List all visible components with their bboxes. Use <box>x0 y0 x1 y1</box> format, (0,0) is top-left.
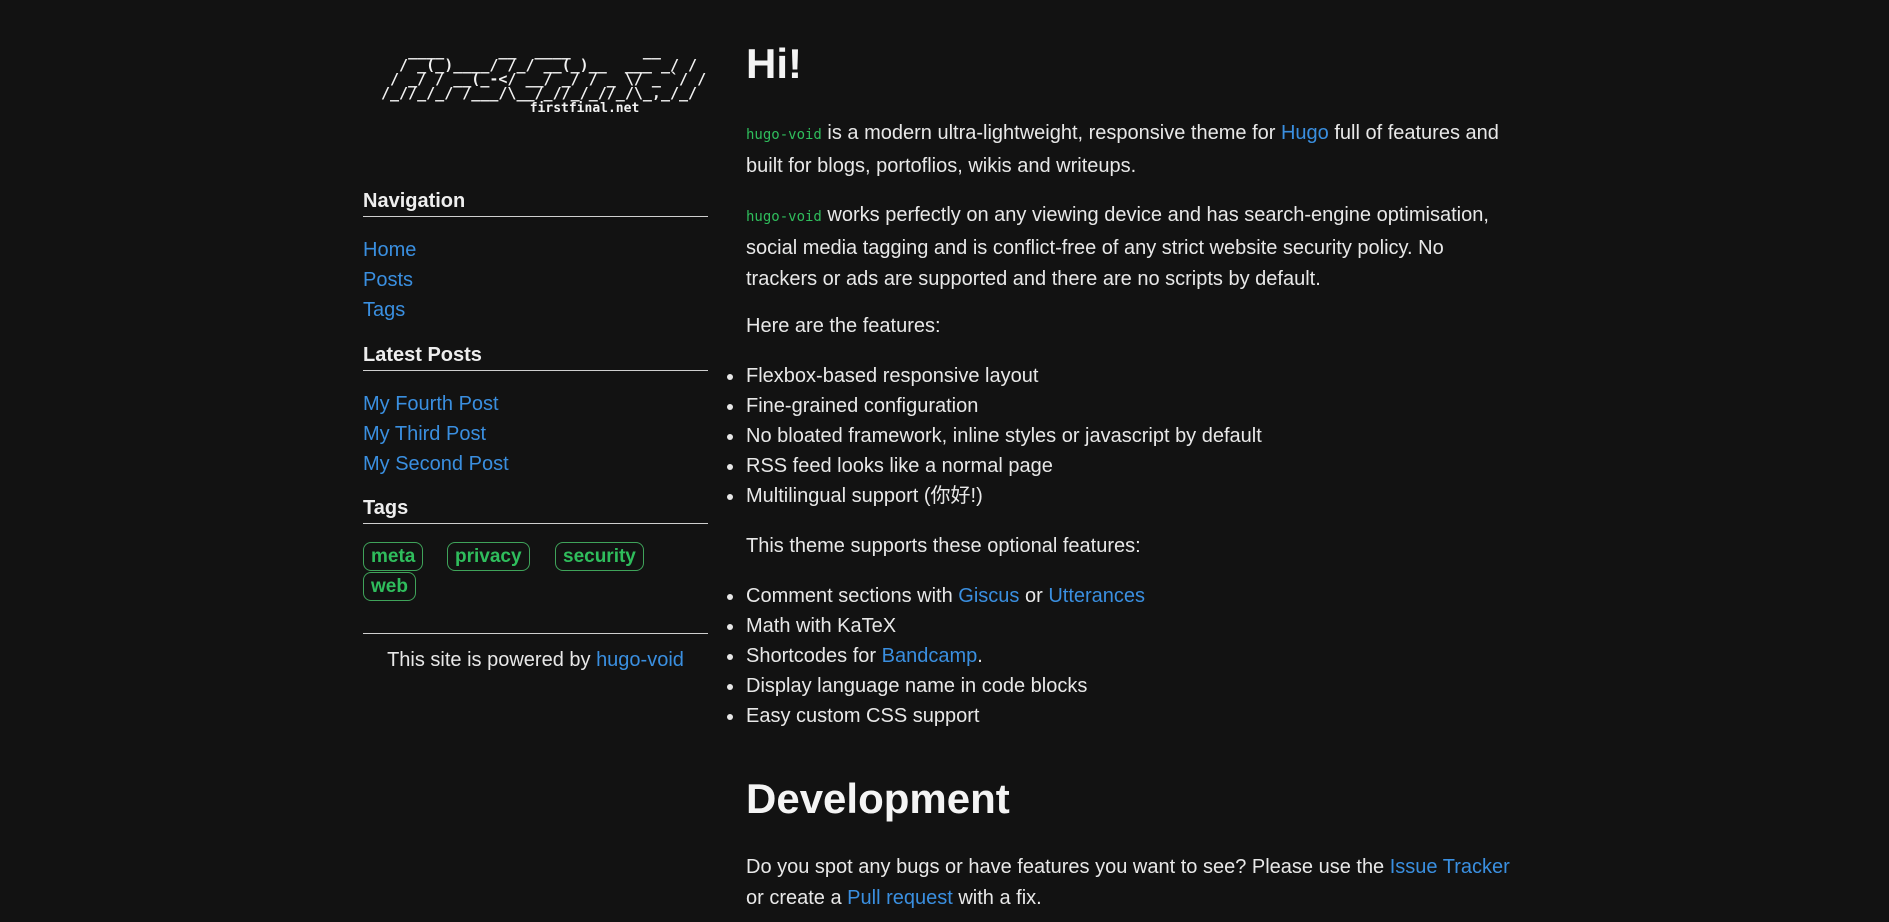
nav-item-tags: Tags <box>363 295 708 325</box>
features-intro: Here are the features: <box>746 315 941 337</box>
latest-post-link-second[interactable]: My Second Post <box>363 453 509 475</box>
shortcodes-suffix: . <box>977 645 983 667</box>
intro-paragraph: hugo-void is a modern ultra-lightweight,… <box>746 118 1516 182</box>
latest-post-link-third[interactable]: My Third Post <box>363 423 486 445</box>
logo-domain-text: firstfinal.net <box>529 101 640 116</box>
nav-item-posts: Posts <box>363 265 708 295</box>
comments-prefix: Comment sections with <box>746 585 959 607</box>
second-text: works perfectly on any viewing device an… <box>746 204 1489 290</box>
latest-post-item: My Fourth Post <box>363 389 708 419</box>
hugo-link[interactable]: Hugo <box>1281 122 1329 144</box>
optional-item-math: Math with KaTeX <box>726 611 1145 641</box>
feature-item: Flexbox-based responsive layout <box>727 361 1262 391</box>
development-text-3: with a fix. <box>952 887 1042 909</box>
logo-line-4: /_//_/_/ /___/\__/_//_/_//_/\_,_/_/ <box>381 84 698 102</box>
tag-meta[interactable]: meta <box>363 542 424 571</box>
navigation-heading: Navigation <box>363 189 708 217</box>
site-footer: This site is powered by hugo-void <box>363 648 708 672</box>
intro-text-1: is a modern ultra-lightweight, responsiv… <box>821 122 1281 144</box>
nav-link-tags[interactable]: Tags <box>363 299 405 321</box>
intro-code: hugo-void <box>746 127 822 143</box>
latest-posts-heading: Latest Posts <box>363 343 708 371</box>
latest-posts-list: My Fourth Post My Third Post My Second P… <box>363 389 708 479</box>
nav-link-posts[interactable]: Posts <box>363 269 413 291</box>
feature-item: Multilingual support (你好!) <box>727 481 1262 511</box>
development-text-2: or create a <box>746 887 848 909</box>
optional-item-shortcodes: Shortcodes for Bandcamp. <box>726 641 1145 671</box>
latest-post-item: My Second Post <box>363 449 708 479</box>
footer-text: This site is powered by <box>387 649 597 671</box>
optional-item-css: Easy custom CSS support <box>726 701 1145 731</box>
navigation-section: Navigation Home Posts Tags <box>363 189 708 325</box>
tag-list: meta privacy security web <box>363 542 708 602</box>
features-list: Flexbox-based responsive layout Fine-gra… <box>727 361 1262 511</box>
navigation-list: Home Posts Tags <box>363 235 708 325</box>
development-heading: Development <box>746 775 1010 822</box>
tag-web[interactable]: web <box>363 572 416 601</box>
utterances-link[interactable]: Utterances <box>1048 585 1145 607</box>
optional-item-language: Display language name in code blocks <box>726 671 1145 701</box>
footer-link-hugo-void[interactable]: hugo-void <box>596 649 684 671</box>
nav-item-home: Home <box>363 235 708 265</box>
tag-privacy[interactable]: privacy <box>447 542 530 571</box>
latest-post-link-fourth[interactable]: My Fourth Post <box>363 393 499 415</box>
feature-item: Fine-grained configuration <box>727 391 1262 421</box>
second-code: hugo-void <box>746 209 822 225</box>
footer-divider <box>363 633 708 634</box>
tags-section: Tags meta privacy security web <box>363 496 708 602</box>
latest-post-item: My Third Post <box>363 419 708 449</box>
logo-domain: firstfinal.net <box>381 101 640 116</box>
optional-intro: This theme supports these optional featu… <box>746 535 1141 557</box>
optional-item-comments: Comment sections with Giscus or Utteranc… <box>726 581 1145 611</box>
development-paragraph: Do you spot any bugs or have features yo… <box>746 852 1516 914</box>
issue-tracker-link[interactable]: Issue Tracker <box>1390 856 1510 878</box>
development-text-1: Do you spot any bugs or have features yo… <box>746 856 1390 878</box>
second-paragraph: hugo-void works perfectly on any viewing… <box>746 200 1516 295</box>
latest-posts-section: Latest Posts My Fourth Post My Third Pos… <box>363 343 708 479</box>
feature-item: No bloated framework, inline styles or j… <box>727 421 1262 451</box>
feature-item: RSS feed looks like a normal page <box>727 451 1262 481</box>
comments-or: or <box>1019 585 1049 607</box>
page-title: Hi! <box>746 40 802 87</box>
ascii-logo[interactable]: ____ __ ____ __ / _(_)____/ /_/ __(_)__ … <box>381 44 706 116</box>
pull-request-link[interactable]: Pull request <box>847 887 953 909</box>
shortcodes-prefix: Shortcodes for <box>746 645 882 667</box>
bandcamp-link[interactable]: Bandcamp <box>882 645 978 667</box>
tag-security[interactable]: security <box>555 542 644 571</box>
optional-features-list: Comment sections with Giscus or Utteranc… <box>726 581 1145 731</box>
page-wrapper: ____ __ ____ __ / _(_)____/ /_/ __(_)__ … <box>363 0 1513 922</box>
nav-link-home[interactable]: Home <box>363 239 416 261</box>
tags-heading: Tags <box>363 496 708 524</box>
giscus-link[interactable]: Giscus <box>958 585 1019 607</box>
